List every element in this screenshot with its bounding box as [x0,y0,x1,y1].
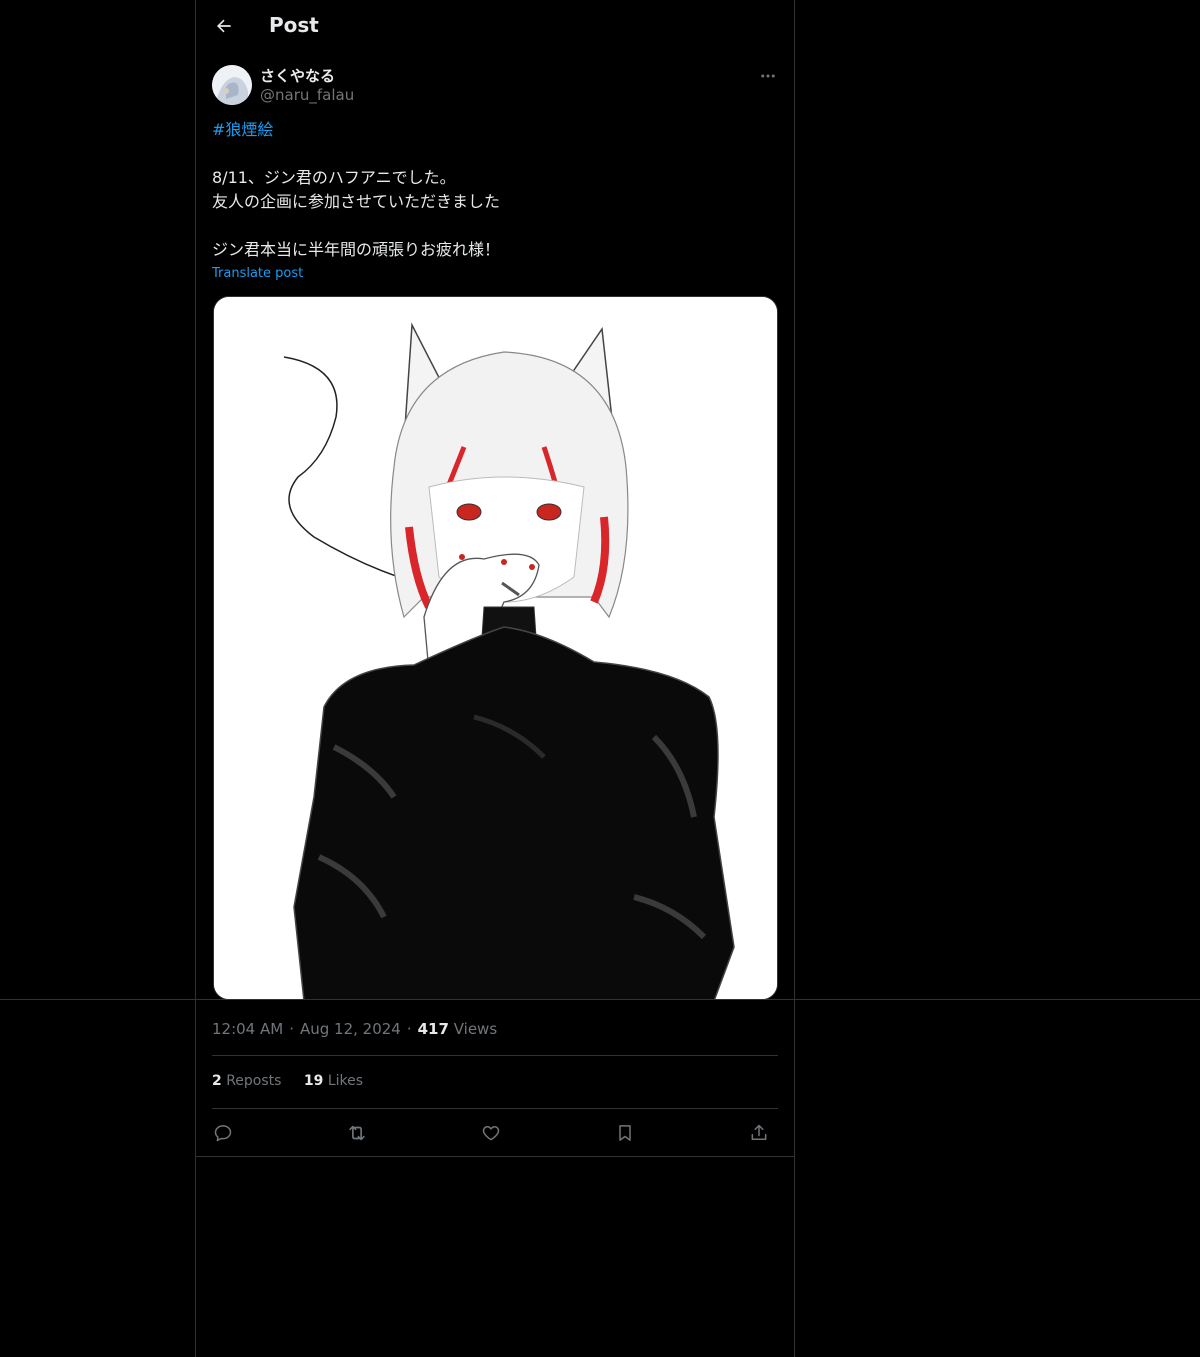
views-count: 417 [417,1020,449,1038]
reposts-label: Reposts [226,1073,282,1089]
avatar-image [212,65,252,105]
bookmark-button[interactable] [610,1118,640,1148]
page-title: Post [269,13,319,37]
heart-icon [482,1126,500,1141]
post-text-line: 友人の企画に参加させていただきました [212,192,501,211]
author-display-name[interactable]: さくやなる [260,65,335,86]
primary-column: Post さくやなる @naru_falau #狼煙絵 8/11、ジン君のハフア… [195,0,795,1357]
post-text: #狼煙絵 8/11、ジン君のハフアニでした。 友人の企画に参加させていただきまし… [212,118,778,262]
translate-post-link[interactable]: Translate post [212,266,303,281]
likes-stat[interactable]: 19 Likes [304,1073,363,1089]
share-icon [751,1124,767,1140]
hashtag-link[interactable]: #狼煙絵 [212,120,273,139]
repost-button[interactable] [342,1118,372,1148]
post-date[interactable]: Aug 12, 2024 [300,1020,401,1038]
repost-icon [349,1125,365,1141]
more-options-button[interactable] [756,64,780,88]
more-icon [761,74,775,78]
post-text-line: 8/11、ジン君のハフアニでした。 [212,168,456,187]
reposts-stat[interactable]: 2 Reposts [212,1073,281,1089]
action-bar [212,1118,778,1148]
post-stats: 2 Reposts 19 Likes [212,1073,381,1089]
author-handle[interactable]: @naru_falau [260,86,354,104]
divider [212,1055,778,1056]
artwork-illustration [214,297,777,999]
divider [212,1108,778,1109]
post-header: Post [196,0,794,53]
reply-icon [214,1125,232,1142]
share-button[interactable] [744,1118,774,1148]
post-bottom-border [195,1156,795,1157]
author-row: さくやなる @naru_falau [212,64,778,106]
back-button[interactable] [206,8,242,44]
post-image[interactable] [213,296,778,1000]
post-meta: 12:04 AM · Aug 12, 2024 · 417 Views [212,1020,498,1038]
likes-count: 19 [303,1073,324,1089]
post-text-line: ジン君本当に半年間の頑張りお疲れ様！ [212,240,501,259]
views-label: Views [453,1020,498,1038]
like-button[interactable] [476,1118,506,1148]
post-time[interactable]: 12:04 AM [212,1020,283,1038]
likes-label: Likes [327,1073,364,1089]
reply-button[interactable] [208,1118,238,1148]
viewport-guide-line [0,999,1200,1000]
bookmark-icon [619,1125,631,1141]
arrow-left-icon [217,19,231,33]
avatar[interactable] [212,65,252,105]
reposts-count: 2 [212,1073,222,1089]
